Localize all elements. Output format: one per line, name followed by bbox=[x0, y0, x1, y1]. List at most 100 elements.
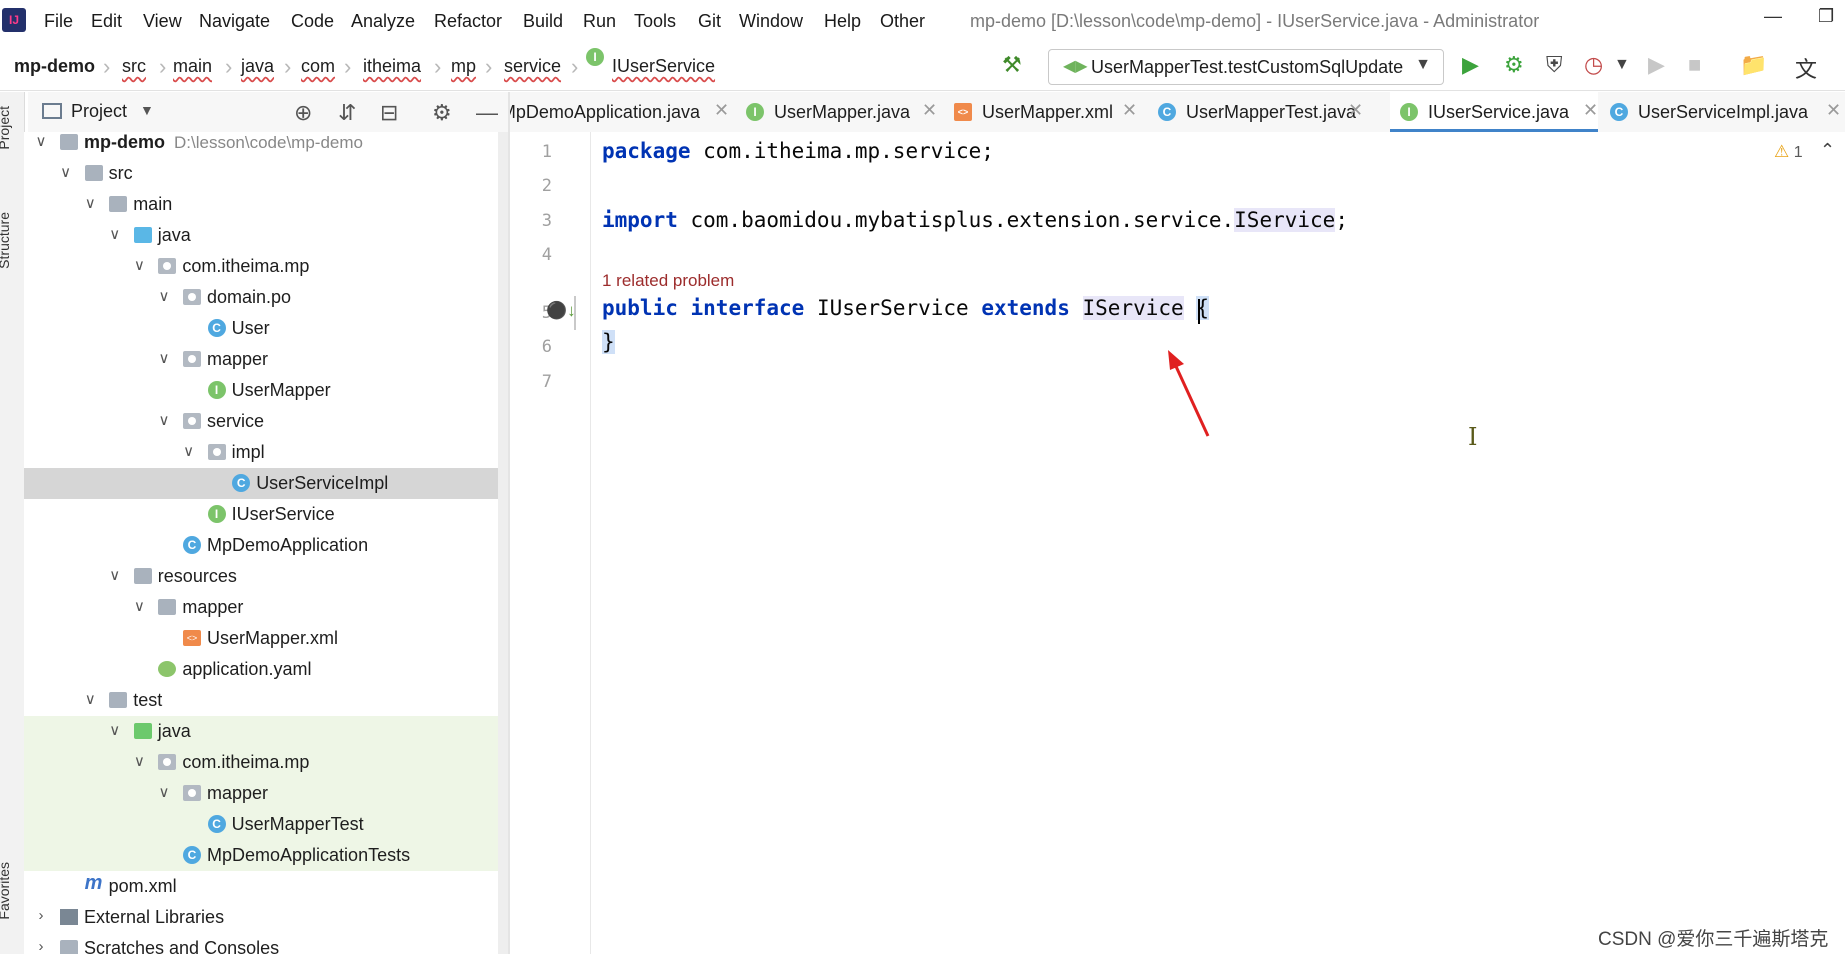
tree-item[interactable]: ∨ com.itheima.mp bbox=[24, 251, 508, 282]
menu-other[interactable]: Other bbox=[880, 11, 925, 32]
breadcrumb-project[interactable]: mp-demo bbox=[14, 56, 95, 77]
tree-item[interactable]: ∨ service bbox=[24, 406, 508, 437]
intellij-logo-icon[interactable]: IJ bbox=[2, 8, 26, 32]
tab-usermapper-xml[interactable]: <> UserMapper.xml ✕ bbox=[954, 92, 1150, 132]
chevron-down-icon[interactable]: ∨ bbox=[59, 163, 73, 181]
tree-item[interactable]: › Scratches and Consoles bbox=[24, 933, 508, 954]
chevron-down-icon[interactable]: ∨ bbox=[83, 690, 97, 708]
chevron-up-icon[interactable]: ⌃ bbox=[1820, 140, 1835, 161]
chevron-down-icon[interactable]: ∨ bbox=[132, 597, 146, 615]
chevron-down-icon[interactable]: ∨ bbox=[157, 349, 171, 367]
chevron-down-icon[interactable]: ∨ bbox=[157, 783, 171, 801]
tree-item[interactable]: I IUserService bbox=[24, 499, 508, 530]
inspection-widget[interactable]: ⚠ 1 bbox=[1774, 142, 1803, 162]
menu-view[interactable]: View bbox=[143, 11, 182, 32]
chevron-right-icon[interactable]: › bbox=[34, 938, 48, 954]
tab-userserviceimpl[interactable]: C UserServiceImpl.java ✕ bbox=[1610, 92, 1845, 132]
favorites-tool-button[interactable]: Favorites bbox=[0, 862, 12, 920]
tree-item[interactable]: ∨ domain.po bbox=[24, 282, 508, 313]
menu-file[interactable]: File bbox=[44, 11, 73, 32]
menu-git[interactable]: Git bbox=[698, 11, 721, 32]
menu-build[interactable]: Build bbox=[523, 11, 563, 32]
hide-panel-icon[interactable]: — bbox=[476, 100, 498, 126]
tree-item[interactable]: C UserMapperTest bbox=[24, 809, 508, 840]
tree-item[interactable]: ∨ mapper bbox=[24, 592, 508, 623]
close-icon[interactable]: ✕ bbox=[1826, 100, 1841, 121]
tree-item[interactable]: ∨ java bbox=[24, 716, 508, 747]
stop-icon[interactable]: ■ bbox=[1688, 52, 1701, 78]
tree-item[interactable]: C User bbox=[24, 313, 508, 344]
chevron-down-icon[interactable]: ▼ bbox=[140, 102, 154, 118]
chevron-down-icon[interactable]: ∨ bbox=[157, 287, 171, 305]
coverage-icon[interactable]: ⛨ bbox=[1546, 52, 1563, 78]
locate-file-icon[interactable]: ⊕ bbox=[294, 100, 312, 126]
breadcrumb-service[interactable]: service bbox=[504, 56, 561, 77]
chevron-down-icon[interactable]: ∨ bbox=[83, 194, 97, 212]
related-problem-hint[interactable]: 1 related problem bbox=[602, 271, 734, 291]
breadcrumb-mp[interactable]: mp bbox=[451, 56, 476, 77]
project-panel-title[interactable]: Project bbox=[71, 101, 127, 122]
tree-item[interactable]: application.yaml bbox=[24, 654, 508, 685]
tree-item[interactable]: ∨ java bbox=[24, 220, 508, 251]
close-icon[interactable]: ✕ bbox=[1348, 100, 1363, 121]
gear-icon[interactable]: ⚙ bbox=[432, 100, 452, 126]
tab-usermappertest[interactable]: C UserMapperTest.java ✕ bbox=[1158, 92, 1366, 132]
profile-icon[interactable]: ◷ bbox=[1584, 52, 1603, 78]
tree-item[interactable]: › External Libraries bbox=[24, 902, 508, 933]
tab-usermapper-java[interactable]: I UserMapper.java ✕ bbox=[746, 92, 942, 132]
collapse-all-icon[interactable]: ⊟ bbox=[380, 100, 398, 126]
tree-scrollbar[interactable] bbox=[498, 132, 508, 954]
tab-iuserservice[interactable]: I IUserService.java ✕ bbox=[1390, 92, 1598, 132]
tree-item[interactable]: ∨ mp-demo D:\lesson\code\mp-demo bbox=[24, 132, 508, 158]
chevron-down-icon[interactable]: ∨ bbox=[34, 132, 48, 150]
menu-window[interactable]: Window bbox=[739, 11, 803, 32]
menu-refactor[interactable]: Refactor bbox=[434, 11, 502, 32]
chevron-down-icon[interactable]: ∨ bbox=[182, 442, 196, 460]
implemented-gutter-icon[interactable]: ⚫↓ bbox=[546, 301, 576, 321]
structure-tool-button[interactable]: Structure bbox=[0, 212, 12, 269]
close-icon[interactable]: ✕ bbox=[1122, 100, 1137, 121]
breadcrumb-main[interactable]: main bbox=[173, 56, 212, 77]
tree-item[interactable]: C MpDemoApplication bbox=[24, 530, 508, 561]
run-configuration-select[interactable]: ◀▶ UserMapperTest.testCustomSqlUpdate ▼ bbox=[1048, 49, 1444, 85]
run-icon[interactable]: ▶ bbox=[1462, 52, 1479, 78]
chevron-down-icon[interactable]: ∨ bbox=[157, 411, 171, 429]
menu-analyze[interactable]: Analyze bbox=[351, 11, 415, 32]
close-icon[interactable]: ✕ bbox=[714, 100, 729, 121]
menu-navigate[interactable]: Navigate bbox=[199, 11, 270, 32]
project-structure-icon[interactable]: 📁 bbox=[1740, 52, 1767, 78]
extended-type[interactable]: IService bbox=[1082, 296, 1184, 320]
chevron-right-icon[interactable]: › bbox=[34, 907, 48, 924]
chevron-down-icon[interactable]: ∨ bbox=[108, 721, 122, 739]
translate-icon[interactable]: 文 bbox=[1795, 52, 1817, 84]
project-tool-button[interactable]: Project bbox=[0, 106, 12, 150]
chevron-down-icon[interactable]: ∨ bbox=[108, 225, 122, 243]
menu-code[interactable]: Code bbox=[291, 11, 334, 32]
menu-run[interactable]: Run bbox=[583, 11, 616, 32]
tree-item[interactable]: ∨ mapper bbox=[24, 344, 508, 375]
close-icon[interactable]: ✕ bbox=[1583, 100, 1598, 121]
tree-item[interactable]: ∨ impl bbox=[24, 437, 508, 468]
more-run-options-icon[interactable]: ▼ bbox=[1614, 56, 1630, 74]
tree-item[interactable]: m pom.xml bbox=[24, 871, 508, 902]
menu-edit[interactable]: Edit bbox=[91, 11, 122, 32]
tree-item[interactable]: I UserMapper bbox=[24, 375, 508, 406]
tree-item[interactable]: ∨ test bbox=[24, 685, 508, 716]
rerun-icon[interactable]: ▶ bbox=[1648, 52, 1665, 78]
debug-icon[interactable]: ⚙ bbox=[1504, 52, 1524, 78]
tree-item[interactable]: ∨ com.itheima.mp bbox=[24, 747, 508, 778]
breadcrumb-src[interactable]: src bbox=[122, 56, 146, 77]
tree-item[interactable]: <> UserMapper.xml bbox=[24, 623, 508, 654]
tab-mpdemoapplication[interactable]: MpDemoApplication.java ✕ bbox=[510, 92, 729, 132]
import-class[interactable]: IService bbox=[1234, 208, 1336, 232]
tree-item[interactable]: C UserServiceImpl bbox=[24, 468, 508, 499]
chevron-down-icon[interactable]: ∨ bbox=[132, 752, 146, 770]
chevron-down-icon[interactable]: ∨ bbox=[132, 256, 146, 274]
tree-item[interactable]: ∨ resources bbox=[24, 561, 508, 592]
build-hammer-icon[interactable]: ⚒ bbox=[1002, 52, 1022, 78]
tree-item[interactable]: ∨ mapper bbox=[24, 778, 508, 809]
close-icon[interactable]: ✕ bbox=[922, 100, 937, 121]
tree-item[interactable]: C MpDemoApplicationTests bbox=[24, 840, 508, 871]
breadcrumb-com[interactable]: com bbox=[301, 56, 335, 77]
tree-item[interactable]: ∨ main bbox=[24, 189, 508, 220]
